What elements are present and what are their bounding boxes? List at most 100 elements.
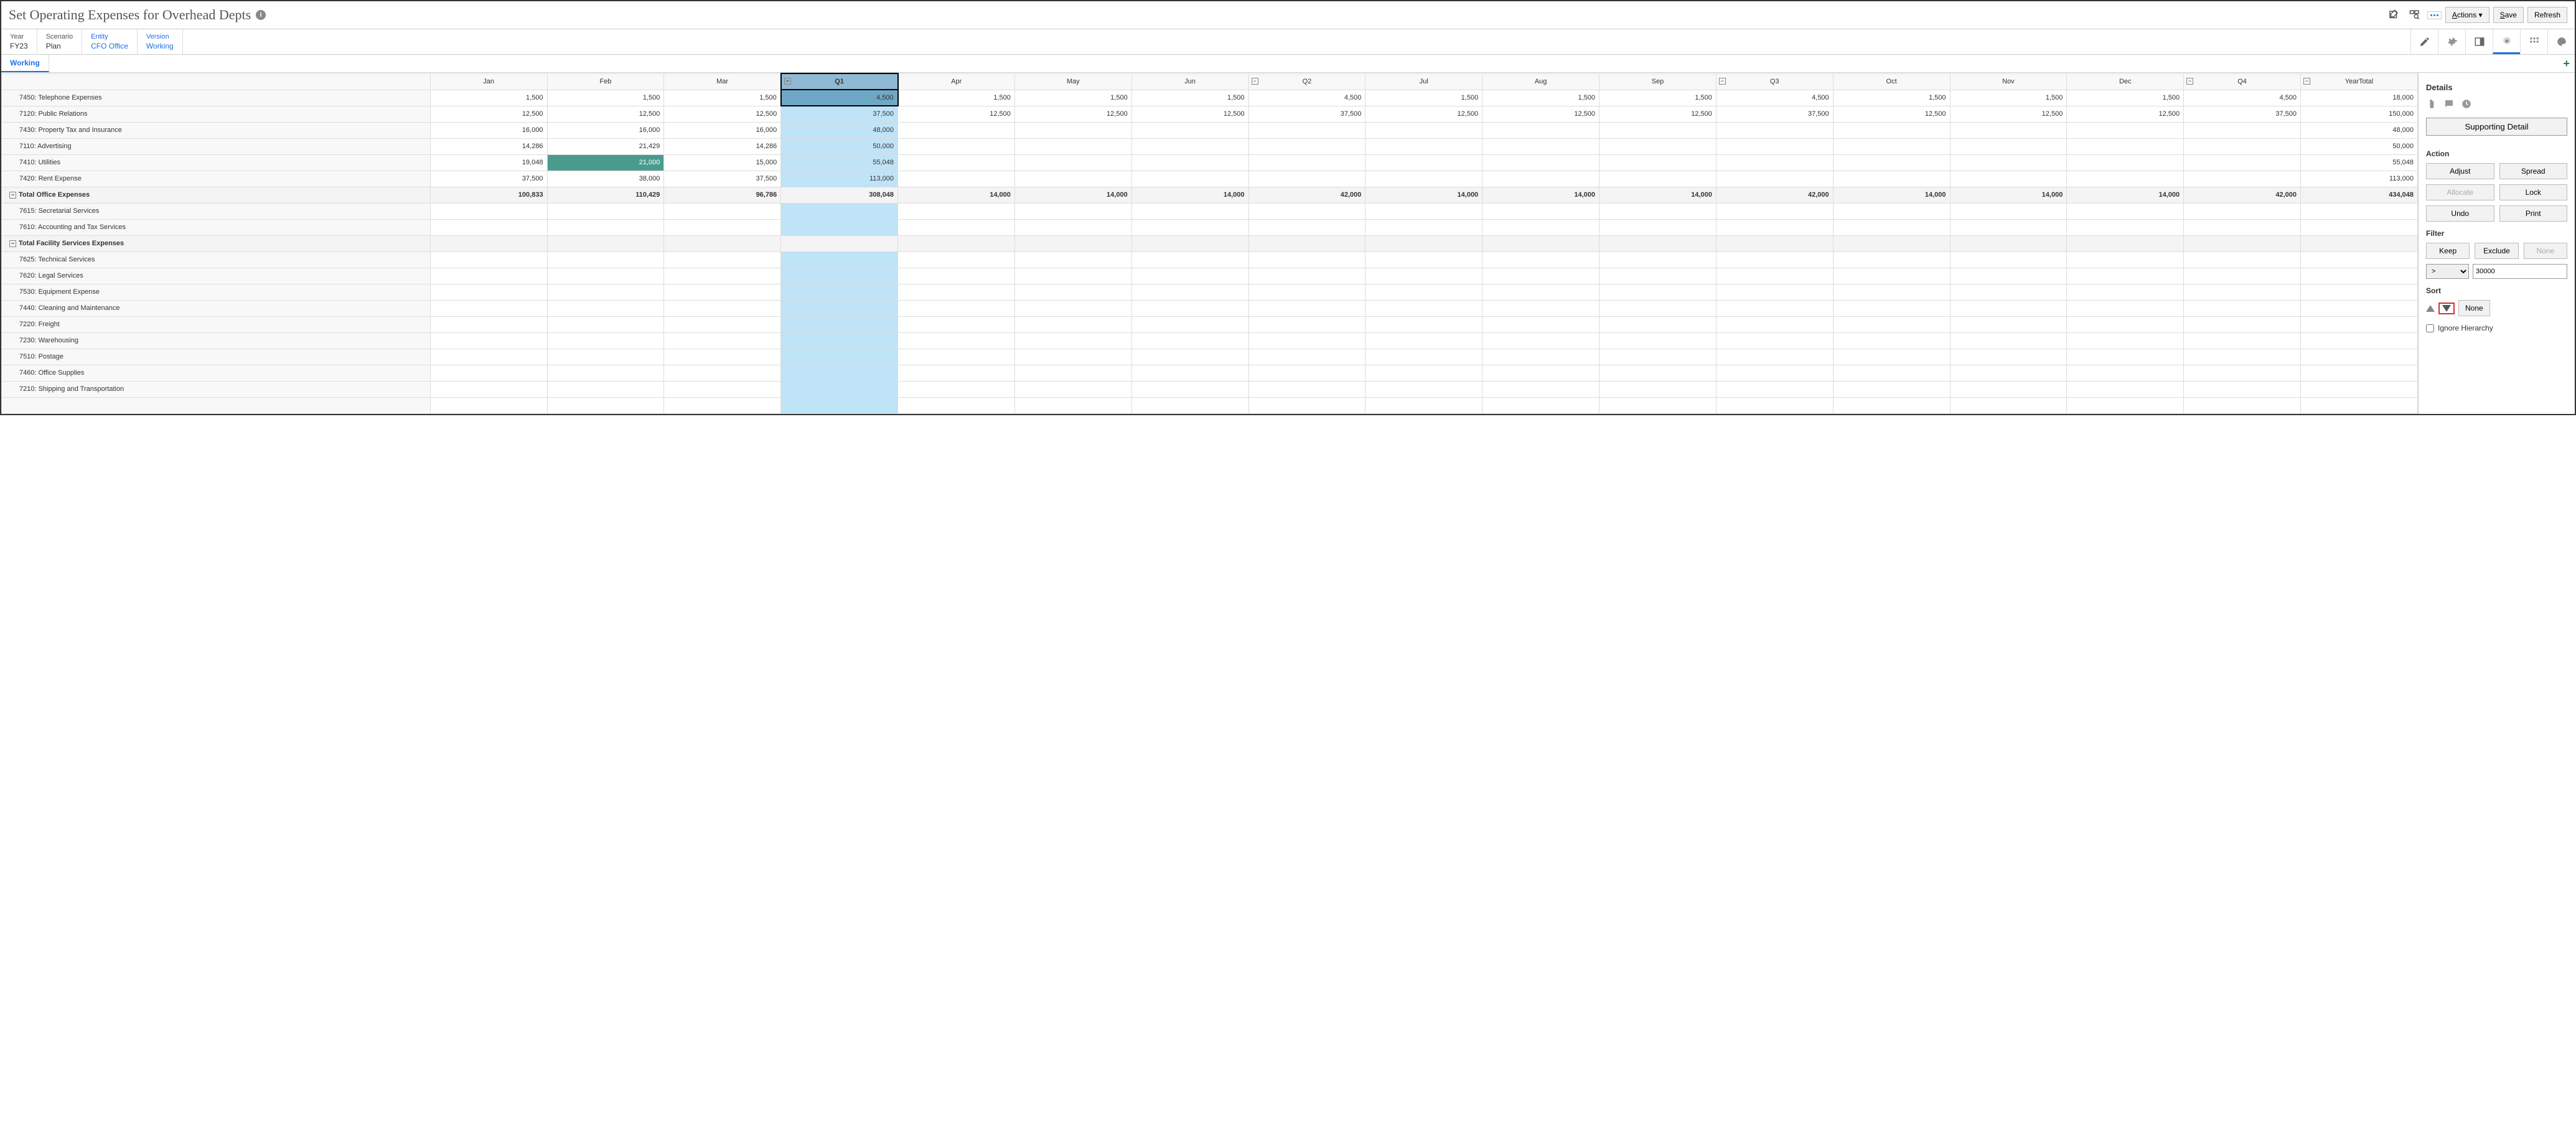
cell[interactable]	[430, 300, 547, 316]
cell[interactable]	[547, 316, 664, 332]
cell[interactable]	[1833, 203, 1950, 219]
cell[interactable]	[1014, 284, 1131, 300]
cell[interactable]: 48,000	[781, 122, 898, 138]
cell[interactable]	[2067, 235, 2184, 251]
pov-version[interactable]: Version Working	[138, 29, 183, 54]
cell[interactable]: 12,500	[547, 106, 664, 122]
row-header[interactable]: 7615: Secretarial Services	[2, 203, 431, 219]
cell[interactable]	[2300, 251, 2417, 268]
cell[interactable]	[1014, 154, 1131, 171]
row-header[interactable]: 7120: Public Relations	[2, 106, 431, 122]
row-header[interactable]: 7420: Rent Expense	[2, 171, 431, 187]
cell[interactable]	[1248, 316, 1365, 332]
cell[interactable]	[1365, 171, 1482, 187]
cell[interactable]	[781, 251, 898, 268]
cell[interactable]	[1365, 203, 1482, 219]
cell[interactable]	[1716, 300, 1833, 316]
cell[interactable]: 21,000	[547, 154, 664, 171]
cell[interactable]	[2300, 235, 2417, 251]
cell[interactable]	[1014, 122, 1131, 138]
cell[interactable]	[1014, 251, 1131, 268]
cell[interactable]	[430, 349, 547, 365]
cell[interactable]: 16,000	[430, 122, 547, 138]
cell[interactable]	[1482, 316, 1599, 332]
actions-button[interactable]: AActions ▾ctions ▾	[2445, 7, 2489, 23]
filter-value-input[interactable]	[2473, 264, 2567, 279]
cell[interactable]	[1482, 122, 1599, 138]
cell[interactable]	[1482, 219, 1599, 235]
cell[interactable]	[1482, 203, 1599, 219]
cell[interactable]	[1248, 365, 1365, 381]
cell[interactable]	[1131, 154, 1248, 171]
cell[interactable]	[1482, 235, 1599, 251]
cell[interactable]	[781, 316, 898, 332]
cell[interactable]	[1248, 251, 1365, 268]
col-header[interactable]: Dec	[2067, 73, 2184, 90]
cell[interactable]	[898, 349, 1015, 365]
edit-icon[interactable]	[2385, 6, 2402, 24]
cell[interactable]: 38,000	[547, 171, 664, 187]
filter-operator-select[interactable]: >	[2426, 264, 2469, 279]
cell[interactable]	[1950, 235, 2067, 251]
adjust-button[interactable]: Adjust	[2426, 163, 2494, 179]
col-header[interactable]: −Q3	[1716, 73, 1833, 90]
row-header[interactable]: 7610: Accounting and Tax Services	[2, 219, 431, 235]
cell[interactable]	[664, 219, 781, 235]
cell[interactable]	[547, 203, 664, 219]
cell[interactable]	[430, 203, 547, 219]
cell[interactable]	[2184, 349, 2301, 365]
cell[interactable]	[1482, 365, 1599, 381]
cell[interactable]	[2184, 316, 2301, 332]
cell[interactable]: 14,286	[664, 138, 781, 154]
cell[interactable]	[1833, 138, 1950, 154]
cell[interactable]	[2067, 251, 2184, 268]
info-icon[interactable]: i	[256, 10, 266, 20]
cell[interactable]	[1482, 251, 1599, 268]
cell[interactable]: 14,000	[1833, 187, 1950, 203]
cell[interactable]: 37,500	[1716, 106, 1833, 122]
add-tab-icon[interactable]: +	[2563, 57, 2570, 70]
cell[interactable]	[1950, 284, 2067, 300]
cell[interactable]	[1716, 284, 1833, 300]
cell[interactable]	[1950, 154, 2067, 171]
cell[interactable]: 150,000	[2300, 106, 2417, 122]
pov-entity[interactable]: Entity CFO Office	[82, 29, 138, 54]
cell[interactable]	[547, 219, 664, 235]
cell[interactable]	[2067, 268, 2184, 284]
row-header[interactable]: 7430: Property Tax and Insurance	[2, 122, 431, 138]
cell[interactable]	[1131, 381, 1248, 397]
cell[interactable]: 12,500	[1833, 106, 1950, 122]
cell[interactable]	[1950, 300, 2067, 316]
cell[interactable]	[1365, 122, 1482, 138]
cell[interactable]	[2300, 300, 2417, 316]
cell[interactable]: 14,000	[1014, 187, 1131, 203]
cell[interactable]	[1131, 235, 1248, 251]
comment-icon[interactable]	[2443, 98, 2455, 111]
cell[interactable]	[898, 300, 1015, 316]
cell[interactable]	[1365, 235, 1482, 251]
cell[interactable]: 1,500	[1014, 90, 1131, 106]
cell[interactable]	[781, 381, 898, 397]
save-button[interactable]: Save	[2493, 7, 2524, 23]
cell[interactable]	[1248, 349, 1365, 365]
cell[interactable]: 4,500	[781, 90, 898, 106]
cell[interactable]	[1482, 381, 1599, 397]
cell[interactable]	[1833, 268, 1950, 284]
cell[interactable]: 96,786	[664, 187, 781, 203]
cell[interactable]	[664, 332, 781, 349]
cell[interactable]	[1833, 219, 1950, 235]
more-icon[interactable]	[2427, 11, 2442, 19]
cell[interactable]	[1014, 203, 1131, 219]
cell[interactable]	[1716, 171, 1833, 187]
cell[interactable]: 12,500	[898, 106, 1015, 122]
cell[interactable]	[1365, 365, 1482, 381]
cell[interactable]	[664, 203, 781, 219]
cell[interactable]	[2300, 219, 2417, 235]
cell[interactable]	[1950, 381, 2067, 397]
cell[interactable]	[1014, 332, 1131, 349]
cell[interactable]: 1,500	[2067, 90, 2184, 106]
cell[interactable]: 48,000	[2300, 122, 2417, 138]
cell[interactable]: 1,500	[1950, 90, 2067, 106]
cell[interactable]	[664, 316, 781, 332]
cell[interactable]: 1,500	[1833, 90, 1950, 106]
